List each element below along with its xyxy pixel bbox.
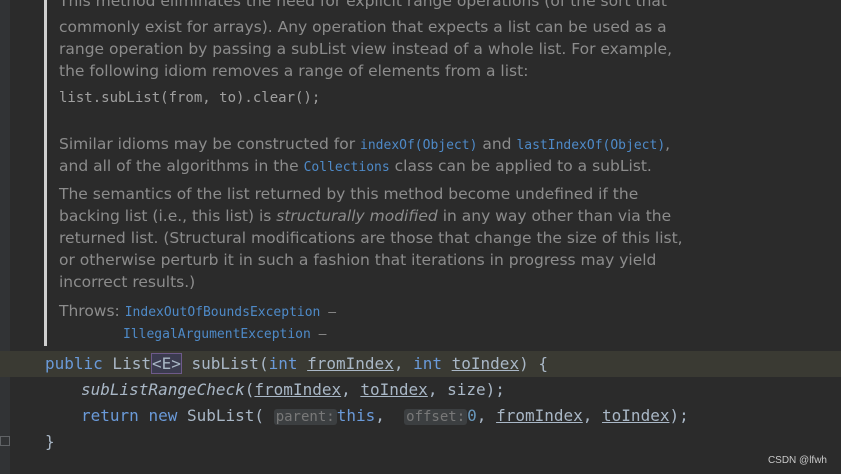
punct: );	[669, 406, 689, 425]
identifier: size	[447, 380, 486, 399]
link-indexof[interactable]: indexOf(Object)	[360, 138, 477, 153]
doc-text: and	[477, 135, 517, 153]
generic-type: <E>	[150, 353, 182, 374]
code-line: public List<E> subList(int fromIndex, in…	[0, 351, 841, 377]
param-name: toIndex	[360, 380, 428, 399]
throws-line: IllegalArgumentException –	[123, 322, 743, 346]
doc-line: commonly exist for arrays). Any operatio…	[59, 18, 667, 36]
punct: ,	[375, 406, 395, 425]
code-line: return new SubList( parent: this, offset:…	[0, 403, 841, 429]
punct: ,	[476, 406, 497, 425]
param-name: fromIndex	[254, 380, 342, 399]
punct: ,	[341, 380, 361, 399]
doc-comment-bar	[44, 0, 47, 346]
doc-text: and all of the algorithms in the	[59, 157, 304, 175]
doc-paragraph: Similar idioms may be constructed for in…	[59, 133, 679, 157]
throws-label: Throws:	[59, 302, 125, 320]
punct: ) {	[519, 354, 548, 373]
punct: ,	[393, 354, 414, 373]
doc-text: –	[310, 327, 327, 342]
keyword: return	[81, 406, 139, 425]
punct: );	[485, 380, 505, 399]
method-call: subListRangeCheck	[81, 380, 245, 399]
doc-line: range operation by passing a subList vie…	[59, 40, 673, 58]
link-collections[interactable]: Collections	[304, 160, 390, 175]
link-illegalargument[interactable]: IllegalArgumentException	[123, 327, 311, 342]
code-line: subListRangeCheck(fromIndex, toIndex, si…	[0, 377, 841, 403]
doc-text: in any way other than via the	[437, 207, 672, 225]
number-literal: 0	[467, 406, 477, 425]
param-name: toIndex	[602, 406, 670, 425]
punct: (	[258, 354, 269, 373]
doc-text: Similar idioms may be constructed for	[59, 135, 361, 153]
doc-text: class can be applied to a subList.	[389, 157, 652, 175]
keyword: int	[268, 354, 298, 373]
doc-line: returned list. (Structural modifications…	[59, 229, 683, 247]
doc-line: This method eliminates the need for expl…	[59, 0, 667, 10]
doc-text: ,	[665, 135, 671, 153]
keyword: this	[336, 406, 376, 425]
type-name: SubList(	[186, 406, 265, 425]
code-line: }	[0, 429, 841, 455]
doc-paragraph: and all of the algorithms in the Collect…	[59, 155, 679, 179]
keyword: new	[148, 406, 178, 425]
keyword: int	[413, 354, 442, 373]
doc-line: incorrect results.)	[59, 273, 196, 291]
param-hint: offset:	[404, 409, 468, 425]
doc-line: The semantics of the list returned by th…	[59, 185, 639, 203]
type-name: List	[102, 354, 151, 373]
param-name: toIndex	[451, 354, 520, 373]
doc-emphasis: structurally modified	[276, 207, 438, 225]
doc-line: the following idiom removes a range of e…	[59, 62, 529, 80]
keyword: public	[45, 354, 103, 373]
punct: ,	[427, 380, 448, 399]
link-indexoutofbounds[interactable]: IndexOutOfBoundsException	[125, 305, 321, 320]
throws-line: Throws: IndexOutOfBoundsException –	[59, 300, 679, 324]
closing-brace: }	[45, 432, 55, 451]
doc-line: or otherwise perturb it in such a fashio…	[59, 251, 657, 269]
param-hint: parent:	[273, 409, 337, 425]
param-name: fromIndex	[496, 406, 583, 425]
link-lastindexof[interactable]: lastIndexOf(Object)	[516, 138, 665, 153]
doc-text: –	[320, 305, 337, 320]
doc-line: backing list (i.e., this list) is struct…	[59, 205, 679, 227]
doc-code-example: list.subList(from, to).clear();	[59, 90, 321, 106]
punct: ,	[582, 406, 603, 425]
doc-text: backing list (i.e., this list) is	[59, 207, 277, 225]
param-name: fromIndex	[307, 354, 394, 373]
watermark: CSDN @lfwh	[767, 455, 827, 466]
punct: (	[244, 380, 255, 399]
method-name: subList	[181, 354, 259, 373]
